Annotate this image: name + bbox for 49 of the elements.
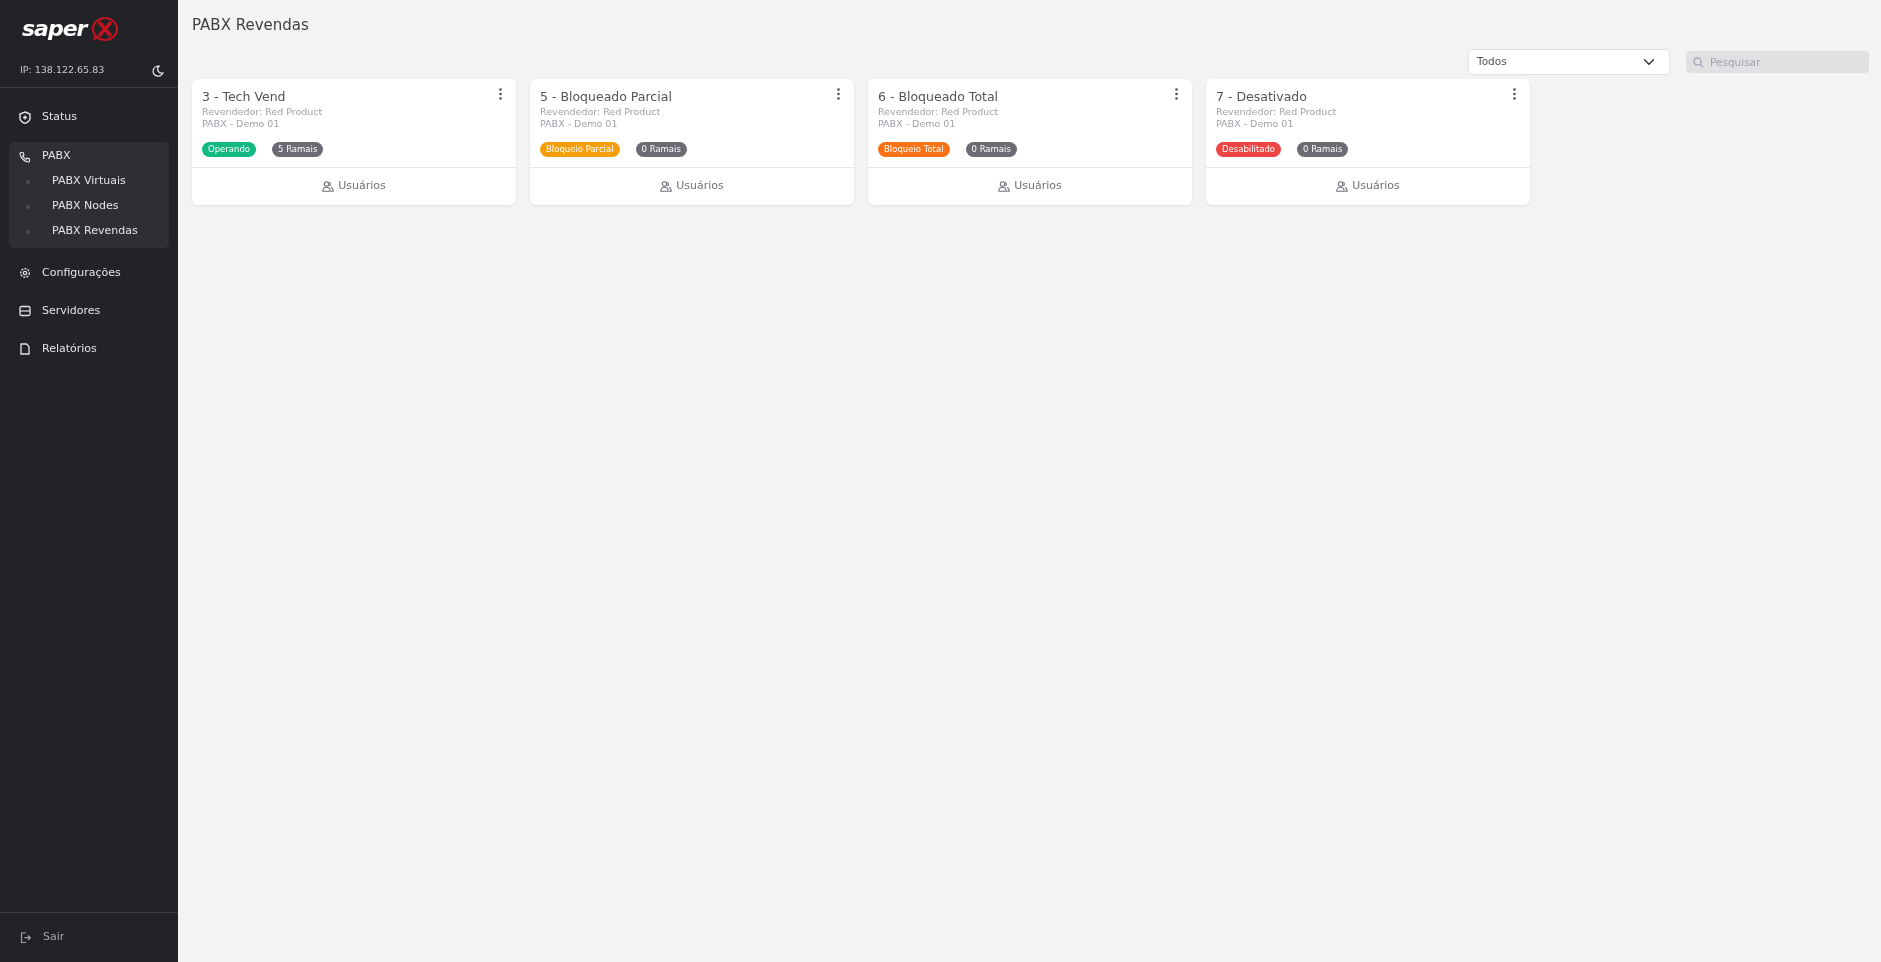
extensions-count: 0 Ramais bbox=[635, 142, 687, 157]
card-title: 3 - Tech Vend bbox=[202, 87, 286, 106]
users-button[interactable]: Usuários bbox=[322, 177, 386, 195]
settings-icon bbox=[19, 267, 31, 279]
phone-icon bbox=[19, 150, 31, 163]
pabx-label: PABX - Demo 01 bbox=[878, 118, 957, 130]
status-pill: Desabilitado bbox=[1216, 142, 1282, 157]
users-button[interactable]: Usuários bbox=[660, 177, 724, 195]
search-field[interactable]: Pesquisar bbox=[1686, 50, 1869, 73]
server-icon bbox=[19, 305, 31, 317]
card-title: 5 - Bloqueado Parcial bbox=[540, 87, 672, 106]
status-pill: Bloqueio Total bbox=[878, 142, 950, 157]
users-icon bbox=[322, 180, 335, 192]
extensions-count: 5 Ramais bbox=[272, 142, 324, 157]
pabx-label: PABX - Demo 01 bbox=[540, 118, 619, 130]
extensions-count: 0 Ramais bbox=[965, 142, 1017, 157]
logo: saper bbox=[22, 12, 121, 45]
theme-toggle-icon[interactable] bbox=[152, 64, 164, 77]
extensions-count: 0 Ramais bbox=[1297, 142, 1349, 157]
menu-item[interactable]: Relatórios bbox=[9, 330, 169, 368]
users-icon bbox=[1336, 180, 1349, 192]
menu-item[interactable]: Configurações bbox=[9, 254, 169, 292]
reseller-label: Revendedor: Red Product bbox=[1216, 106, 1338, 119]
reseller-label: Revendedor: Red Product bbox=[202, 106, 324, 119]
submenu-item[interactable]: PABX Virtuais bbox=[9, 169, 169, 194]
users-icon bbox=[660, 180, 673, 192]
submenu-item[interactable]: PABX Revendas bbox=[9, 219, 169, 244]
menu-item[interactable]: Status bbox=[9, 98, 169, 136]
users-icon bbox=[998, 180, 1011, 192]
reseller-label: Revendedor: Red Product bbox=[878, 106, 1000, 119]
shield-icon bbox=[19, 110, 31, 124]
reseller-label: Revendedor: Red Product bbox=[540, 106, 662, 119]
submenu-item[interactable]: PABX Nodes bbox=[9, 194, 169, 219]
users-button[interactable]: Usuários bbox=[998, 177, 1062, 195]
logout-icon bbox=[20, 931, 32, 944]
menu-item[interactable]: Servidores bbox=[9, 292, 169, 330]
filter-select[interactable]: Todos bbox=[1468, 48, 1670, 75]
status-pill: Operando bbox=[202, 142, 256, 157]
ip-address: IP: 138.122.65.83 bbox=[20, 63, 105, 78]
document-icon bbox=[19, 343, 31, 355]
card-title: 6 - Bloqueado Total bbox=[878, 87, 999, 106]
users-button[interactable]: Usuários bbox=[1336, 177, 1400, 195]
menu-item[interactable]: PABX bbox=[9, 144, 169, 169]
logout-link[interactable]: Sair bbox=[20, 929, 65, 946]
pabx-label: PABX - Demo 01 bbox=[1216, 118, 1295, 130]
pabx-label: PABX - Demo 01 bbox=[202, 118, 281, 130]
card-title: 7 - Desativado bbox=[1216, 87, 1307, 106]
status-pill: Bloqueio Parcial bbox=[540, 142, 620, 157]
page-title: PABX Revendas bbox=[192, 15, 310, 36]
